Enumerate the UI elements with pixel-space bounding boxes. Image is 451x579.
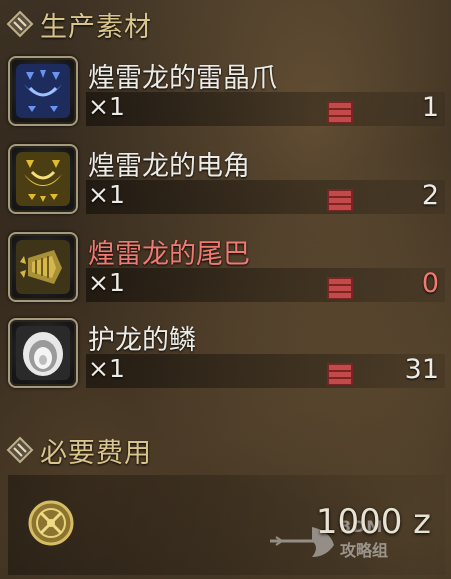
- material-name: 煌雷龙的电角: [88, 151, 250, 182]
- diamond-section-icon: [6, 436, 34, 464]
- material-required-qty: ×1: [88, 92, 125, 121]
- material-row[interactable]: 煌雷龙的电角 ×1 2: [8, 140, 445, 218]
- item-box-icon: [327, 363, 353, 385]
- yellow-horn-icon: [16, 152, 70, 206]
- material-owned-count: 0: [421, 268, 439, 299]
- material-icon-box: [8, 56, 78, 126]
- materials-section-title: 生产素材: [40, 11, 152, 43]
- material-row[interactable]: 煌雷龙的尾巴 ×1 0: [8, 228, 445, 306]
- zenny-coin-icon: [28, 500, 74, 546]
- material-info-bar: [86, 354, 445, 388]
- material-name: 煌雷龙的雷晶爪: [88, 63, 277, 94]
- fee-section-title: 必要费用: [40, 437, 152, 469]
- material-name: 煌雷龙的尾巴: [88, 239, 250, 270]
- fee-amount: 1000 z: [315, 502, 431, 542]
- material-info-bar: [86, 92, 445, 126]
- material-icon-box: [8, 144, 78, 214]
- tail-icon: [16, 240, 70, 294]
- material-row[interactable]: 护龙的鳞 ×1 31: [8, 314, 445, 392]
- material-info-bar: [86, 180, 445, 214]
- materials-section-header: 生产素材: [6, 4, 152, 44]
- item-box-icon: [327, 189, 353, 211]
- material-row[interactable]: 煌雷龙的雷晶爪 ×1 1: [8, 52, 445, 130]
- item-box-icon: [327, 101, 353, 123]
- item-box-icon: [327, 277, 353, 299]
- material-name: 护龙的鳞: [88, 325, 196, 356]
- white-scale-icon: [16, 326, 70, 380]
- material-required-qty: ×1: [88, 268, 125, 297]
- material-owned-count: 31: [404, 354, 439, 385]
- diamond-section-icon: [6, 10, 34, 38]
- material-icon-box: [8, 318, 78, 388]
- blue-claw-icon: [16, 64, 70, 118]
- material-required-qty: ×1: [88, 354, 125, 383]
- material-info-bar: [86, 268, 445, 302]
- fee-section-header: 必要费用: [6, 430, 152, 470]
- material-owned-count: 2: [421, 180, 439, 211]
- material-icon-box: [8, 232, 78, 302]
- material-required-qty: ×1: [88, 180, 125, 209]
- material-owned-count: 1: [421, 92, 439, 123]
